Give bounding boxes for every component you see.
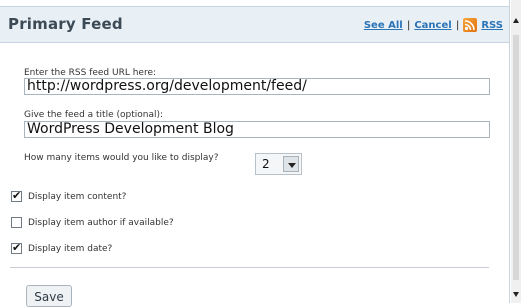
items-count-label: How many items would you like to display…: [24, 153, 219, 163]
widget-title: Primary Feed: [8, 15, 123, 33]
primary-feed-widget: Primary Feed See All | Cancel | RSS Ente…: [0, 0, 510, 307]
widget-header: Primary Feed See All | Cancel | RSS: [0, 6, 509, 43]
option-label: Display item content?: [28, 191, 127, 202]
scroll-track[interactable]: [513, 35, 519, 280]
save-button[interactable]: Save: [26, 285, 72, 307]
feed-url-label: Enter the RSS feed URL here:: [24, 68, 157, 78]
items-count-select[interactable]: 2: [255, 153, 302, 175]
checkbox-display-date[interactable]: [11, 241, 22, 254]
option-label: Display item date?: [28, 243, 113, 254]
chevron-down-icon[interactable]: [283, 156, 299, 172]
feed-title-input[interactable]: WordPress Development Blog: [24, 121, 490, 138]
feed-title-label: Give the feed a title (optional):: [24, 110, 164, 120]
scroll-down-icon[interactable]: [513, 292, 519, 297]
see-all-link[interactable]: See All: [364, 20, 403, 31]
option-display-content[interactable]: Display item content?: [11, 189, 127, 202]
checkbox-display-content[interactable]: [11, 189, 22, 202]
option-label: Display item author if available?: [28, 217, 174, 228]
option-display-author[interactable]: Display item author if available?: [11, 217, 174, 228]
items-count-value: 2: [262, 157, 270, 171]
vertical-scrollbar[interactable]: [511, 0, 521, 303]
separator: |: [455, 19, 460, 31]
separator: |: [406, 19, 411, 31]
divider: [10, 267, 489, 268]
feed-url-input[interactable]: http://wordpress.org/development/feed/: [24, 78, 490, 95]
option-display-date[interactable]: Display item date?: [11, 241, 113, 254]
rss-link[interactable]: RSS: [481, 20, 503, 31]
checkbox-display-author[interactable]: [11, 217, 22, 228]
rss-feed-icon[interactable]: [463, 18, 478, 32]
scroll-up-icon[interactable]: [513, 18, 519, 23]
cancel-link[interactable]: Cancel: [414, 20, 451, 31]
header-links: See All | Cancel | RSS: [364, 18, 503, 32]
